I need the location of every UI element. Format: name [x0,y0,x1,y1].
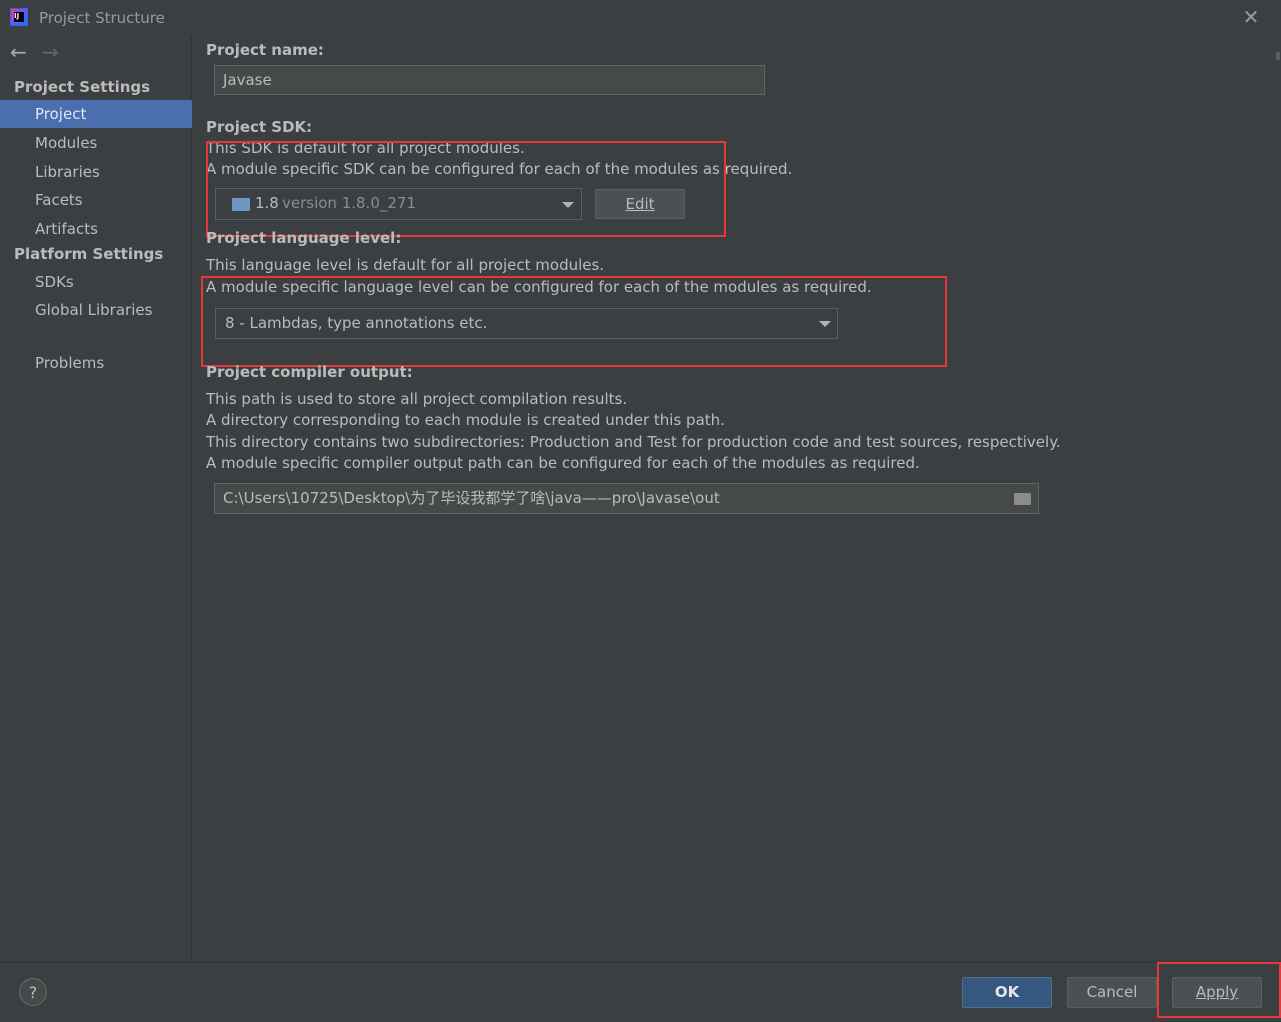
sidebar-item-global-libraries[interactable]: Global Libraries [0,296,192,324]
compiler-output-desc-3: This directory contains two subdirectori… [206,433,1061,451]
compiler-output-desc-1: This path is used to store all project c… [206,390,628,408]
language-level-desc-1: This language level is default for all p… [206,256,605,274]
ok-button[interactable]: OK [962,977,1052,1008]
back-arrow-icon[interactable]: ← [10,40,27,64]
project-name-value: Javase [223,71,272,89]
sidebar-item-sdks[interactable]: SDKs [0,268,192,296]
close-icon[interactable]: ✕ [1240,6,1262,28]
sidebar-item-facets[interactable]: Facets [0,186,192,214]
compiler-output-label: Project compiler output: [206,363,413,381]
project-name-label: Project name: [206,41,324,59]
project-sdk-label: Project SDK: [206,118,313,136]
sidebar-item-artifacts[interactable]: Artifacts [0,215,192,243]
scrollbar[interactable] [1276,52,1280,60]
language-level-label: Project language level: [206,229,402,247]
window-title: Project Structure [39,9,165,27]
highlight-box-sdk [206,141,726,237]
cancel-button[interactable]: Cancel [1067,977,1157,1008]
help-icon[interactable]: ? [19,978,47,1006]
compiler-output-path-input[interactable]: C:\Users\10725\Desktop\为了毕设我都学了啥\java——p… [214,483,1039,514]
sidebar-item-project[interactable]: Project [0,100,192,128]
browse-folder-icon[interactable] [1014,493,1031,505]
title-bar [0,0,1281,35]
sidebar-item-modules[interactable]: Modules [0,129,192,157]
compiler-output-desc-2: A directory corresponding to each module… [206,411,725,429]
compiler-output-desc-4: A module specific compiler output path c… [206,454,920,472]
intellij-app-icon: IJ [10,8,28,26]
platform-settings-heading: Platform Settings [14,245,164,263]
sidebar-item-problems[interactable]: Problems [0,349,192,377]
highlight-box-language-level [201,276,947,367]
project-settings-heading: Project Settings [14,78,151,96]
project-name-input[interactable]: Javase [214,65,765,95]
sidebar-item-libraries[interactable]: Libraries [0,158,192,186]
highlight-box-apply [1157,962,1281,1018]
compiler-output-path: C:\Users\10725\Desktop\为了毕设我都学了啥\java——p… [223,489,720,507]
forward-arrow-icon[interactable]: → [42,40,59,64]
